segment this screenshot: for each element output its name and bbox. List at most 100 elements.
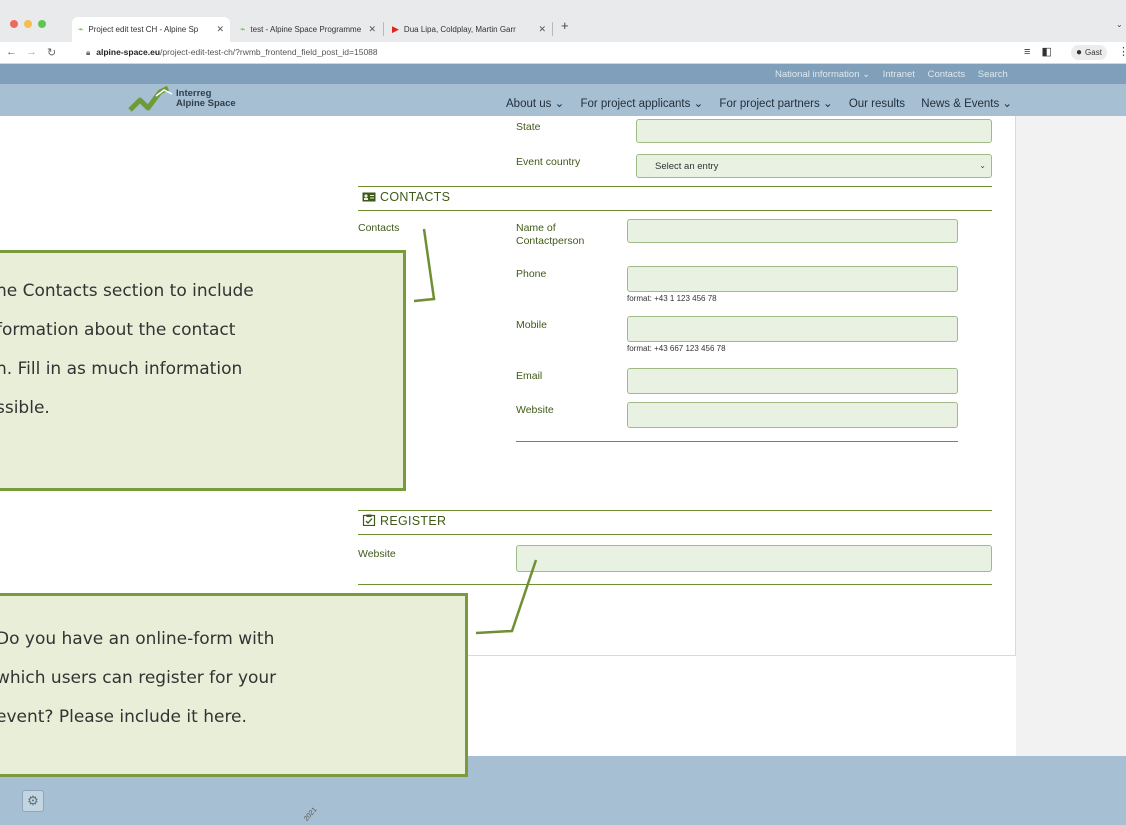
email-label: Email [516, 370, 543, 382]
window-zoom-button[interactable] [38, 20, 46, 28]
window-minimize-button[interactable] [24, 20, 32, 28]
contact-name-label-line2: Contactperson [516, 235, 585, 247]
site-logo-text: Interreg Alpine Space [176, 89, 236, 109]
mobile-label: Mobile [516, 319, 547, 331]
nav-news-events[interactable]: News & Events ⌄ [921, 98, 1012, 110]
nav-search[interactable]: Search [978, 69, 1008, 80]
callout-line: formation about the contact [0, 320, 236, 340]
main-nav: About us ⌄ For project applicants ⌄ For … [506, 96, 1025, 110]
tab-close-icon[interactable]: ✕ [212, 24, 224, 35]
section-divider [358, 534, 992, 535]
profile-button[interactable]: ● Gast [1071, 45, 1107, 60]
section-divider [358, 186, 992, 187]
tab-separator [552, 22, 553, 36]
gear-icon[interactable]: ⚙ [22, 790, 44, 812]
nav-national-information[interactable]: National information ⌄ [775, 69, 870, 80]
youtube-favicon-icon: ▶ [392, 24, 399, 34]
website-label: Website [516, 404, 554, 416]
contacts-section-heading: CONTACTS [362, 190, 450, 204]
register-help-callout: Do you have an online-form with which us… [0, 593, 468, 777]
back-arrow-icon[interactable]: ← [6, 46, 17, 58]
state-input[interactable] [636, 119, 992, 143]
phone-label: Phone [516, 268, 547, 280]
mobile-format-hint: format: +43 667 123 456 78 [627, 344, 726, 353]
register-website-label: Website [358, 548, 396, 560]
contacts-callout-text: he Contacts section to include formation… [0, 272, 254, 428]
nav-project-partners[interactable]: For project partners ⌄ [719, 98, 832, 110]
event-country-select[interactable]: Select an entry ⌄ [636, 154, 992, 178]
nav-our-results[interactable]: Our results [849, 98, 905, 110]
tab-youtube[interactable]: ▶ Dua Lipa, Coldplay, Martin Garr ✕ [386, 17, 552, 42]
callout-line: he Contacts section to include [0, 281, 254, 301]
side-panel-icon[interactable]: ◧ [1041, 46, 1051, 58]
contacts-end-divider [516, 441, 958, 442]
callout-line: ssible. [0, 398, 50, 418]
event-country-label: Event country [516, 156, 581, 168]
nav-contacts[interactable]: Contacts [928, 69, 966, 80]
profile-label: Gast [1085, 48, 1102, 57]
browser-menu-icon[interactable]: ⋮ [1118, 45, 1126, 58]
section-divider [358, 210, 992, 211]
site-top-strip: National information ⌄ Intranet Contacts… [0, 64, 1126, 84]
callout-line: n. Fill in as much information [0, 359, 243, 379]
reading-list-icon[interactable]: ≡ [1024, 46, 1030, 58]
mobile-input[interactable] [627, 316, 958, 342]
phone-format-hint: format: +43 1 123 456 78 [627, 294, 717, 303]
logo-line-2: Alpine Space [176, 98, 236, 109]
footer-stamp: 2021 [303, 806, 319, 823]
phone-input[interactable] [627, 266, 958, 292]
contacts-heading-text: CONTACTS [380, 190, 451, 204]
window-close-button[interactable] [10, 20, 18, 28]
contacts-group-label: Contacts [358, 222, 400, 234]
site-favicon-icon: ⌁ [78, 24, 84, 34]
screenshot-root: ⌁ Project edit test CH - Alpine Sp ✕ ⌁ t… [0, 0, 1126, 825]
page-right-margin [1016, 116, 1126, 756]
section-divider [358, 510, 992, 511]
tab-project-edit[interactable]: ⌁ Project edit test CH - Alpine Sp ✕ [72, 17, 230, 42]
nav-project-applicants[interactable]: For project applicants ⌄ [580, 98, 703, 110]
callout-line: event? Please include it here. [0, 707, 247, 727]
url-path: /project-edit-test-ch/?rwmb_frontend_fie… [160, 47, 378, 57]
toolbar-icons: ≡ ◧ [1024, 45, 1052, 58]
callout-line: which users can register for your [0, 668, 277, 688]
register-heading-text: REGISTER [380, 514, 447, 528]
callout-line: Do you have an online-form with [0, 629, 275, 649]
chevron-down-icon: ⌄ [979, 161, 986, 170]
forward-arrow-icon[interactable]: → [26, 46, 37, 58]
tab-search-chevron-icon[interactable]: ⌄ [1116, 20, 1123, 29]
url-field[interactable]: 🔒︎ alpine-space.eu/project-edit-test-ch/?… [86, 47, 378, 58]
register-section-heading: REGISTER [362, 514, 446, 528]
profile-avatar-icon: ● [1076, 47, 1083, 58]
nav-intranet[interactable]: Intranet [883, 69, 915, 80]
tab-title: Dua Lipa, Coldplay, Martin Garr [403, 25, 516, 34]
tab-separator [383, 22, 384, 36]
clipboard-check-icon [362, 514, 376, 526]
lock-icon: 🔒︎ [86, 48, 91, 57]
tab-title: test - Alpine Space Programme [250, 25, 362, 34]
browser-tab-bar: ⌁ Project edit test CH - Alpine Sp ✕ ⌁ t… [0, 0, 1126, 42]
reload-icon[interactable]: ↻ [47, 46, 56, 59]
contact-card-icon [362, 192, 376, 202]
tab-test-alpine[interactable]: ⌁ test - Alpine Space Programme ✕ [234, 17, 382, 42]
event-country-value: Select an entry [655, 161, 719, 172]
site-main-header: Interreg Alpine Space About us ⌄ For pro… [0, 84, 1126, 116]
contacts-help-callout: he Contacts section to include formation… [0, 250, 406, 491]
tab-close-icon[interactable]: ✕ [534, 24, 546, 35]
address-bar-row: ← → ↻ 🔒︎ alpine-space.eu/project-edit-tes… [0, 42, 1126, 64]
interreg-logo-icon[interactable] [128, 86, 174, 114]
contact-name-input[interactable] [627, 219, 958, 243]
contact-name-label: Name of Contactperson [516, 222, 584, 248]
tab-title: Project edit test CH - Alpine Sp [88, 25, 199, 34]
nav-about-us[interactable]: About us ⌄ [506, 98, 564, 110]
new-tab-icon[interactable]: + [561, 18, 569, 33]
site-favicon-icon: ⌁ [240, 24, 246, 34]
url-host: alpine-space.eu [96, 47, 161, 57]
register-callout-text: Do you have an online-form with which us… [0, 620, 276, 737]
tab-close-icon[interactable]: ✕ [364, 24, 376, 35]
website-input[interactable] [627, 402, 958, 428]
register-website-input[interactable] [516, 545, 992, 572]
state-label: State [516, 121, 541, 133]
secondary-nav: National information ⌄ Intranet Contacts… [775, 69, 1018, 80]
email-input[interactable] [627, 368, 958, 394]
register-end-divider [358, 584, 992, 585]
